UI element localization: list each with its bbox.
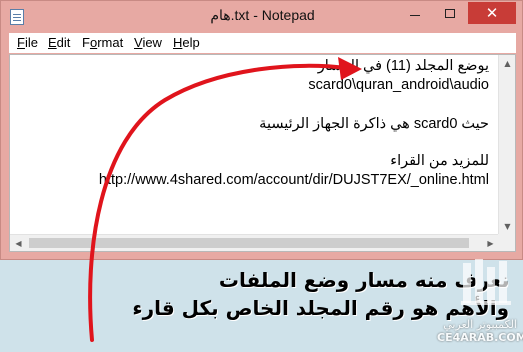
close-button[interactable]: ✕ — [468, 2, 516, 24]
title-bar[interactable]: هام.txt - Notepad ✕ — [1, 1, 523, 33]
watermark: الكمبيوتر العربي CE4ARAB.COM — [437, 318, 523, 348]
maximize-button[interactable] — [434, 2, 466, 24]
notepad-window: هام.txt - Notepad ✕ File Edit Format Vie… — [0, 0, 523, 260]
text-line: يوضع المجلد (11) في المسار — [317, 58, 489, 74]
text-line: http://www.4shared.com/account/dir/DUJST… — [98, 172, 489, 188]
scroll-up-icon[interactable]: ▲ — [499, 55, 516, 72]
maximize-icon — [445, 8, 455, 18]
text-line: حيث scard0 هي ذاكرة الجهاز الرئيسية — [259, 116, 489, 132]
menu-edit[interactable]: Edit — [48, 35, 70, 50]
watermark-latin: CE4ARAB.COM — [437, 331, 523, 344]
vertical-scrollbar[interactable]: ▲ ▼ — [498, 55, 515, 235]
text-editor[interactable]: يوضع المجلد (11) في المسار scard0\quran_… — [9, 54, 516, 252]
menu-view[interactable]: View — [134, 35, 162, 50]
menu-bar: File Edit Format View Help — [9, 33, 516, 53]
text-line: للمزيد من القراء — [390, 153, 489, 169]
watermark-arabic: الكمبيوتر العربي — [443, 318, 517, 331]
horizontal-scroll-thumb[interactable] — [29, 238, 469, 248]
scroll-right-icon[interactable]: ▶ — [482, 235, 499, 252]
minimize-button[interactable] — [399, 2, 431, 24]
menu-file[interactable]: File — [17, 35, 38, 50]
caption-line-2: والأهم هو رقم المجلد الخاص بكل قارء — [132, 296, 509, 320]
ce4arab-logo-icon — [461, 259, 511, 305]
scroll-down-icon[interactable]: ▼ — [499, 218, 516, 235]
menu-format[interactable]: Format — [82, 35, 123, 50]
scrollbar-corner — [498, 234, 515, 251]
minimize-icon — [410, 14, 420, 16]
horizontal-scrollbar[interactable]: ◀ ▶ — [10, 234, 499, 251]
close-icon: ✕ — [485, 4, 499, 22]
menu-help[interactable]: Help — [173, 35, 200, 50]
scroll-left-icon[interactable]: ◀ — [10, 235, 27, 252]
text-line: scard0\quran_android\audio — [308, 77, 489, 93]
text-content[interactable]: يوضع المجلد (11) في المسار scard0\quran_… — [10, 55, 499, 235]
